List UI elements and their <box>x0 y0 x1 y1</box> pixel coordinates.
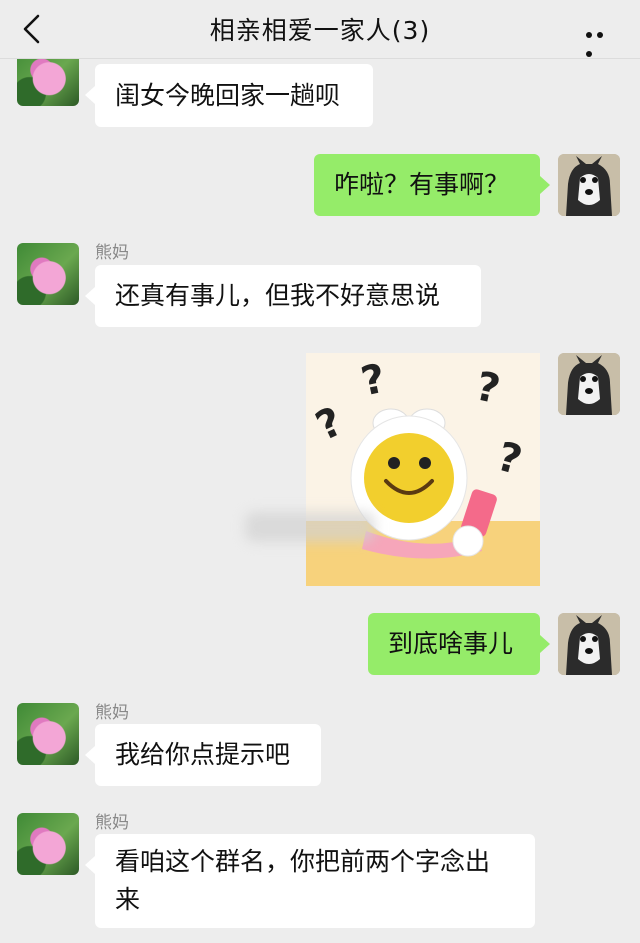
blur-watermark <box>245 512 375 542</box>
avatar[interactable] <box>17 813 79 875</box>
top-bar: 相亲相爱一家人(3) <box>0 0 640 59</box>
sender-name: 熊妈 <box>95 703 129 723</box>
confused-smiley-phone-sticker[interactable]: ? ? ? ? <box>306 353 540 586</box>
husky-avatar-icon <box>558 154 620 216</box>
message-bubble[interactable]: 咋啦？有事啊？ <box>314 154 550 216</box>
ellipsis-icon[interactable] <box>586 23 616 57</box>
message-bubble[interactable]: 看咱这个群名，你把前两个字念出来 <box>85 834 535 928</box>
message-bubble[interactable]: 到底啥事儿 <box>368 613 550 675</box>
avatar[interactable] <box>558 353 620 415</box>
message-bubble[interactable]: 还真有事儿，但我不好意思说 <box>85 265 481 327</box>
message-bubble[interactable]: 闺女今晚回家一趟呗 <box>85 64 373 127</box>
avatar[interactable] <box>17 243 79 305</box>
avatar[interactable] <box>558 154 620 216</box>
avatar[interactable] <box>17 703 79 765</box>
husky-avatar-icon <box>558 613 620 675</box>
message-bubble[interactable]: 我给你点提示吧 <box>85 724 321 786</box>
avatar[interactable] <box>558 613 620 675</box>
chat-title: 相亲相爱一家人(3) <box>209 16 431 45</box>
sender-name: 熊妈 <box>95 243 129 263</box>
sender-name: 熊妈 <box>95 813 129 833</box>
husky-avatar-icon <box>558 353 620 415</box>
